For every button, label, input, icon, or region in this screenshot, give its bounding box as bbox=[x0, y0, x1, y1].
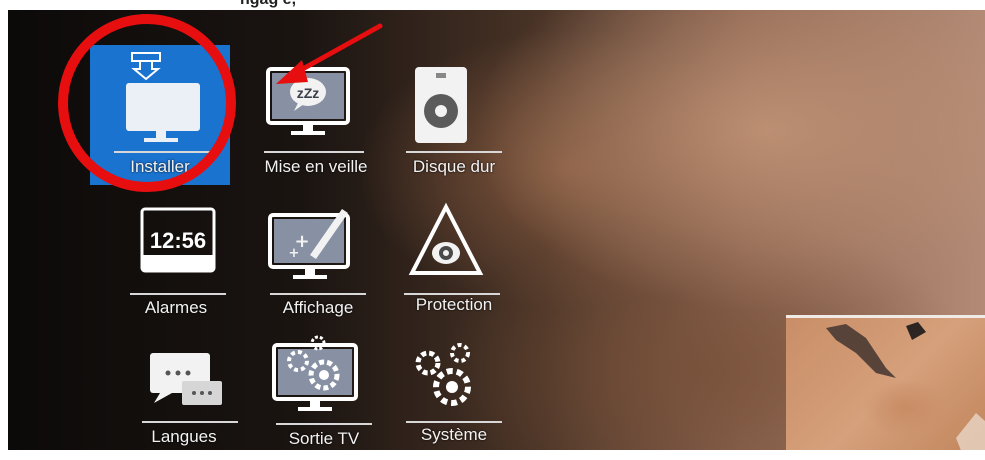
annotation-circle bbox=[58, 14, 236, 192]
label-rule bbox=[142, 421, 238, 423]
menu-item-label: Sortie TV bbox=[288, 429, 360, 448]
gears-icon bbox=[380, 315, 520, 420]
monitor-gears-icon bbox=[248, 315, 388, 420]
chat-bubbles-icon bbox=[120, 315, 260, 420]
menu-item-protection[interactable]: Protection bbox=[380, 185, 520, 325]
label-rule bbox=[406, 421, 502, 423]
label-rule bbox=[406, 151, 502, 153]
menu-item-label: Disque dur bbox=[412, 157, 496, 176]
menu-item-label: Langues bbox=[151, 427, 217, 446]
menu-item-label: Mise en veille bbox=[264, 157, 368, 176]
menu-item-label: Protection bbox=[415, 295, 493, 314]
pip-video-preview bbox=[786, 315, 985, 450]
menu-item-disque-dur[interactable]: Disque dur bbox=[384, 45, 524, 185]
protection-eye-icon bbox=[380, 185, 520, 290]
hard-disk-icon bbox=[384, 45, 524, 150]
label-rule bbox=[130, 293, 226, 295]
clock-text: 12:56 bbox=[150, 228, 206, 253]
menu-item-sortie-tv[interactable]: Sortie TV bbox=[248, 315, 388, 450]
monitor-pen-icon: + + bbox=[248, 185, 388, 290]
annotation-arrow-icon bbox=[276, 23, 383, 84]
top-cropped-text: ngag e, bbox=[240, 0, 296, 9]
menu-item-alarmes[interactable]: 12:56 Alarmes bbox=[112, 185, 252, 325]
label-rule bbox=[270, 293, 366, 295]
label-rule bbox=[276, 423, 372, 425]
menu-item-affichage[interactable]: + + Affichage bbox=[248, 185, 388, 325]
clock-display-icon: 12:56 bbox=[112, 185, 252, 290]
menu-item-langues[interactable]: Langues bbox=[120, 315, 260, 450]
label-rule bbox=[264, 151, 364, 153]
menu-item-label: Système bbox=[420, 425, 488, 444]
menu-item-systeme[interactable]: Système bbox=[380, 315, 520, 450]
svg-text:+: + bbox=[289, 246, 300, 261]
